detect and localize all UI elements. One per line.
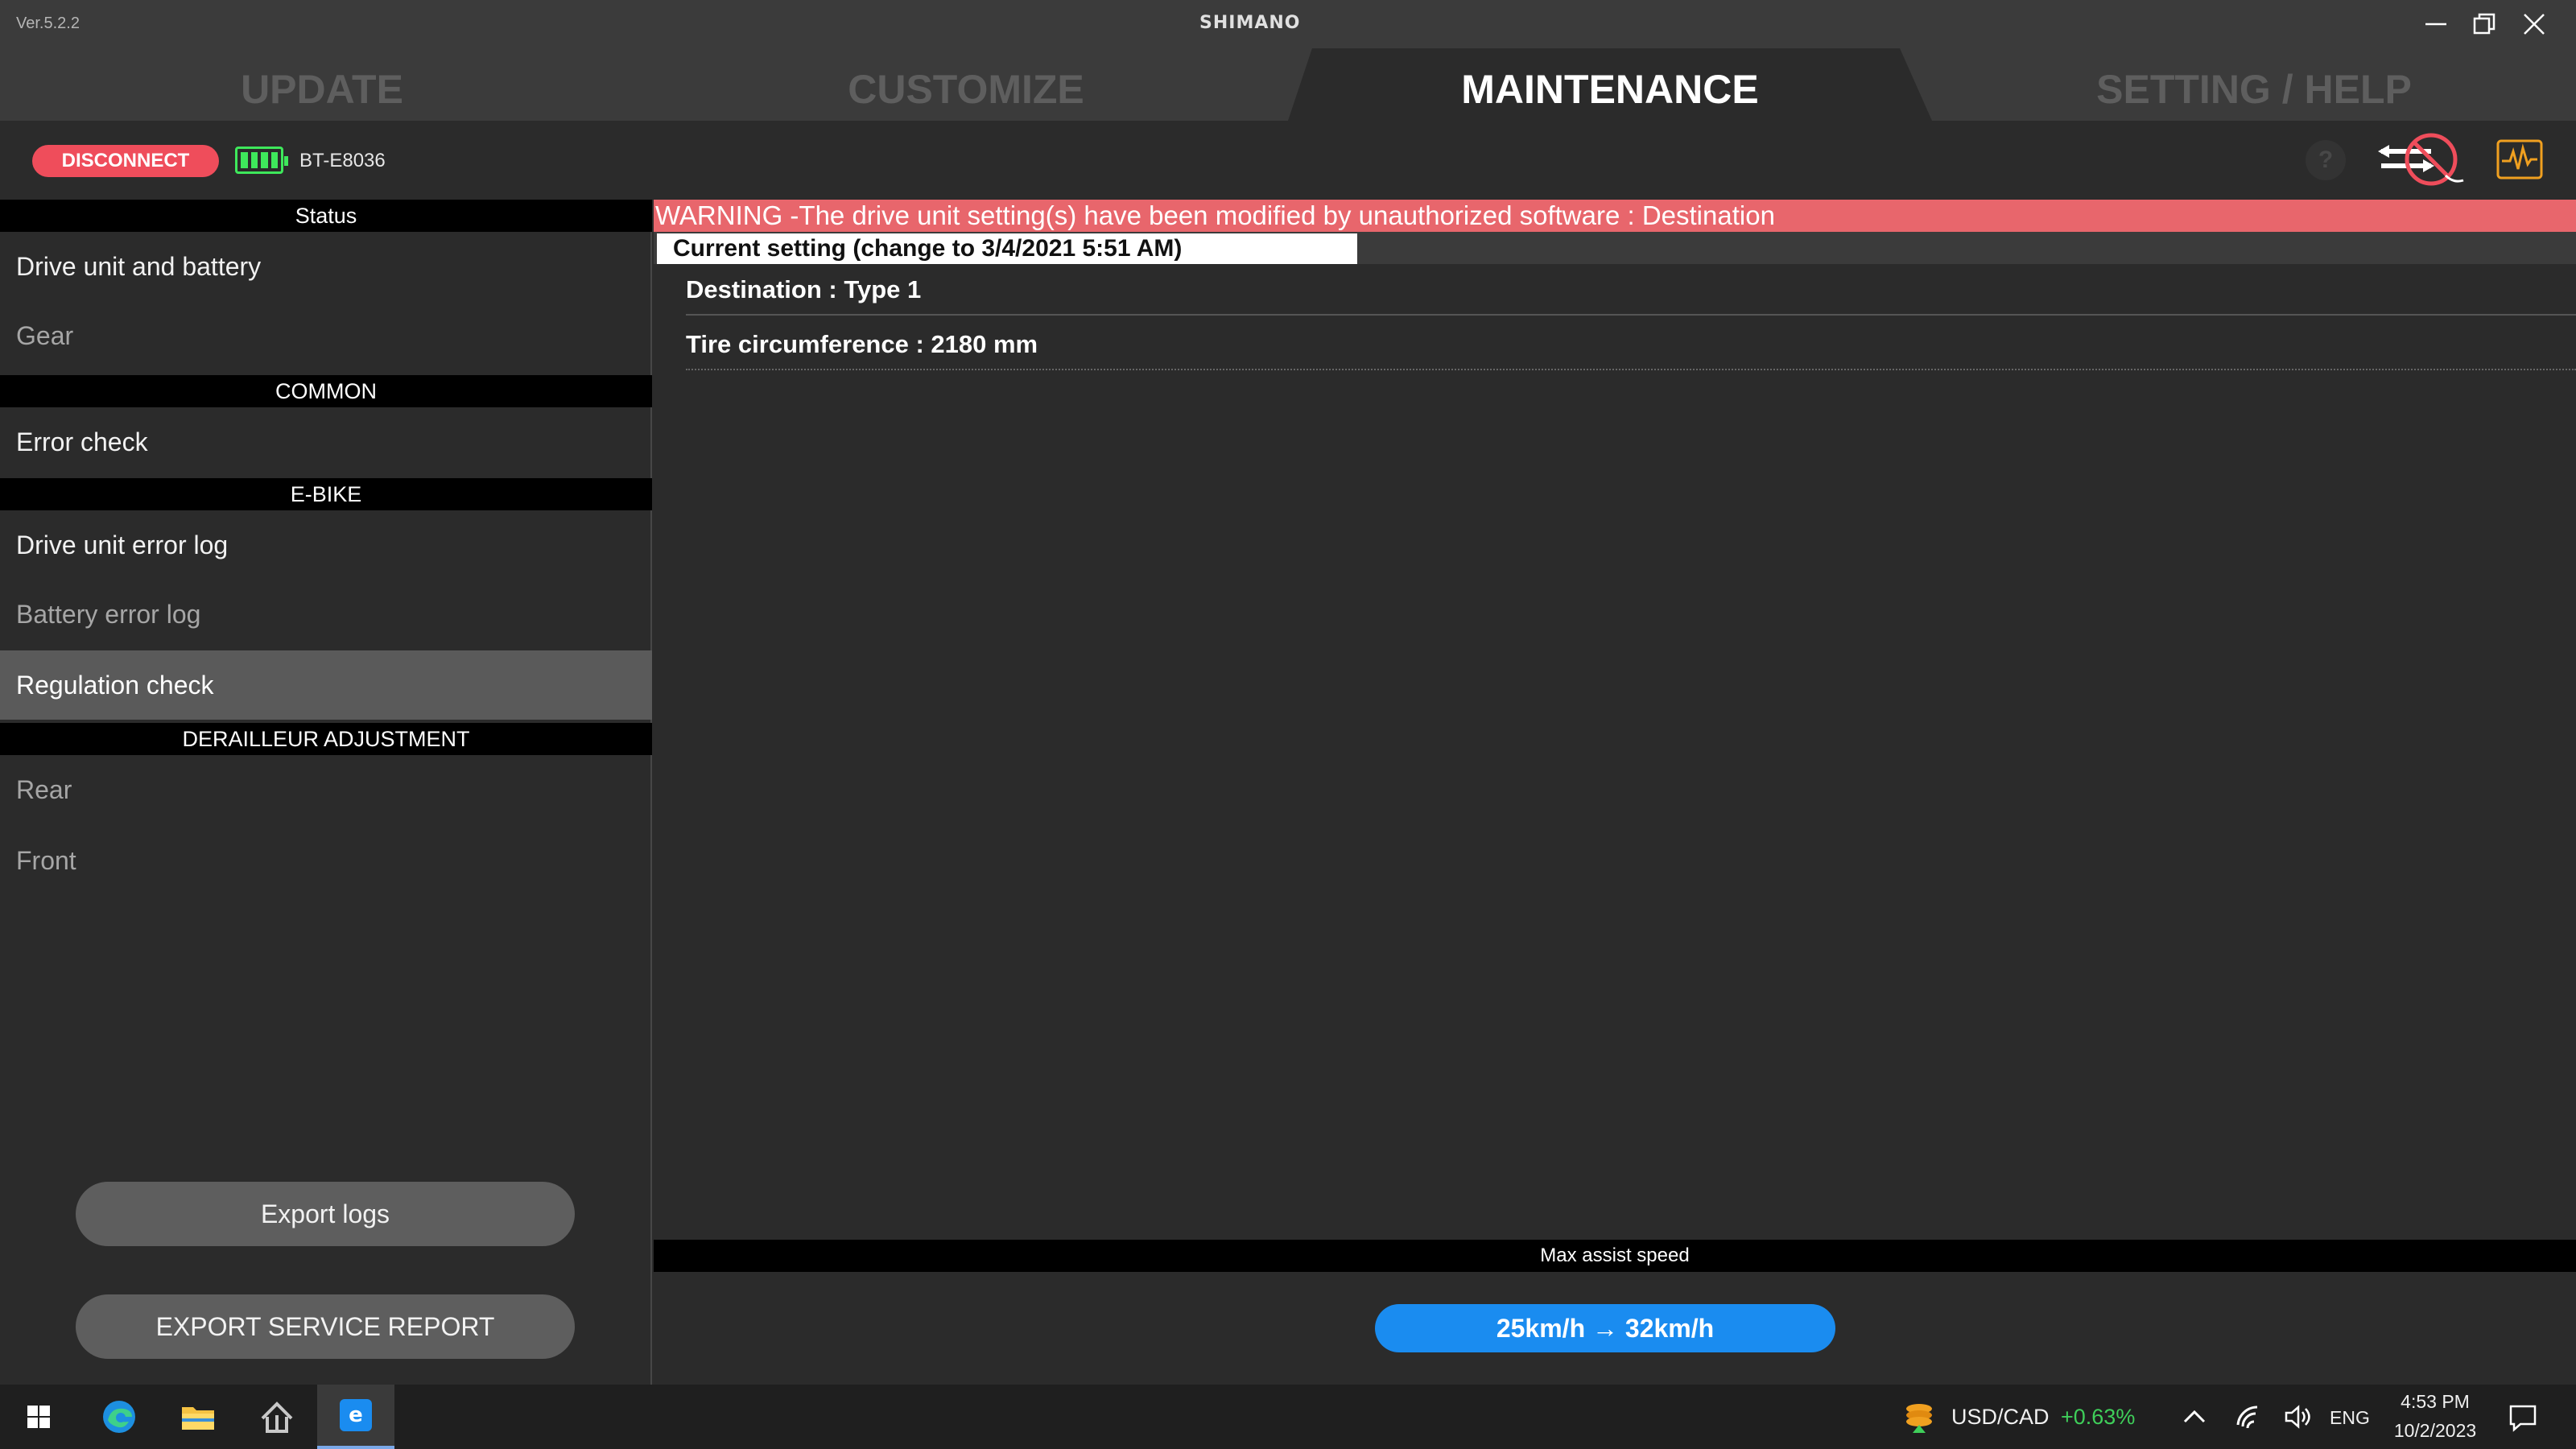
restore-icon xyxy=(2473,13,2496,35)
tab-customize[interactable]: CUSTOMIZE xyxy=(644,66,1288,113)
taskbar-app-home[interactable] xyxy=(238,1385,316,1449)
main-tab-bar: UPDATE CUSTOMIZE MAINTENANCE SETTING / H… xyxy=(0,48,2576,121)
current-setting-label: Current setting (change to 3/4/2021 5:51… xyxy=(657,233,1357,264)
sidebar-item-front[interactable]: Front xyxy=(0,826,652,895)
home-app-icon xyxy=(261,1402,293,1433)
sidebar-item-error-check[interactable]: Error check xyxy=(0,407,652,477)
network-icon[interactable] xyxy=(2233,1401,2265,1433)
battery-icon xyxy=(235,147,288,174)
notifications-icon[interactable] xyxy=(2507,1401,2539,1433)
brand-logo: SHIMANO xyxy=(1199,13,1301,33)
currency-pair: USD/CAD xyxy=(1951,1405,2050,1429)
sidebar: Status Drive unit and battery Gear COMMO… xyxy=(0,200,652,1385)
toolbar xyxy=(0,121,2576,200)
language-indicator[interactable]: ENG xyxy=(2330,1407,2370,1429)
tab-maintenance[interactable]: MAINTENANCE xyxy=(1288,66,1932,113)
sidebar-item-rear[interactable]: Rear xyxy=(0,755,652,824)
export-service-report-button[interactable]: EXPORT SERVICE REPORT xyxy=(76,1294,575,1359)
setting-row-destination: Destination : Type 1 xyxy=(686,264,2576,316)
section-header-ebike: E-BIKE xyxy=(0,478,652,510)
max-assist-speed-header: Max assist speed xyxy=(654,1240,2576,1272)
max-assist-speed-button[interactable]: 25km/h → 32km/h xyxy=(1375,1304,1835,1352)
volume-icon[interactable] xyxy=(2281,1401,2314,1433)
minimize-button[interactable] xyxy=(2413,6,2458,42)
svg-text:e: e xyxy=(349,1403,363,1427)
warning-banner: WARNING -The drive unit setting(s) have … xyxy=(654,200,2576,232)
sidebar-item-drive-unit-error-log[interactable]: Drive unit error log xyxy=(0,510,652,580)
taskbar-etube-project[interactable]: e xyxy=(317,1385,394,1449)
sidebar-item-battery-error-log[interactable]: Battery error log xyxy=(0,580,652,649)
section-header-common: COMMON xyxy=(0,375,652,407)
help-button[interactable]: ? xyxy=(2306,140,2346,180)
start-button[interactable] xyxy=(0,1385,77,1449)
export-logs-button[interactable]: Export logs xyxy=(76,1182,575,1246)
main-panel: WARNING -The drive unit setting(s) have … xyxy=(654,200,2576,1385)
taskbar-file-explorer[interactable] xyxy=(159,1385,237,1449)
clock-date[interactable]: 10/2/2023 xyxy=(2383,1420,2487,1442)
disconnect-button[interactable]: DISCONNECT xyxy=(32,145,219,177)
title-bar: Ver.5.2.2 SHIMANO xyxy=(0,0,2576,48)
edge-browser-icon xyxy=(103,1401,135,1433)
close-icon xyxy=(2524,14,2545,35)
section-header-status: Status xyxy=(0,200,652,232)
restore-button[interactable] xyxy=(2462,6,2507,42)
minimize-icon xyxy=(2425,23,2446,26)
etube-app-icon: e xyxy=(340,1399,372,1431)
windows-logo-icon xyxy=(27,1406,50,1428)
tab-update[interactable]: UPDATE xyxy=(0,66,644,113)
currency-widget-icon[interactable] xyxy=(1900,1397,1938,1436)
chevron-up-icon[interactable] xyxy=(2178,1401,2211,1433)
taskbar-edge[interactable] xyxy=(80,1385,158,1449)
currency-change: +0.63% xyxy=(2061,1405,2136,1429)
close-button[interactable] xyxy=(2512,6,2557,42)
sidebar-item-drive-unit-battery[interactable]: Drive unit and battery xyxy=(0,232,652,301)
sidebar-item-gear[interactable]: Gear xyxy=(0,301,652,370)
section-header-derailleur: DERAILLEUR ADJUSTMENT xyxy=(0,723,652,755)
device-name: BT-E8036 xyxy=(299,150,386,171)
clock-time[interactable]: 4:53 PM xyxy=(2391,1391,2479,1413)
app-version: Ver.5.2.2 xyxy=(16,14,80,32)
sidebar-item-regulation-check[interactable]: Regulation check xyxy=(0,650,652,720)
waveform-icon[interactable] xyxy=(2496,138,2544,180)
folder-icon xyxy=(182,1407,214,1430)
setting-row-tire-circumference: Tire circumference : 2180 mm xyxy=(686,319,2576,370)
no-connection-icon[interactable] xyxy=(2375,127,2471,192)
tab-setting-help[interactable]: SETTING / HELP xyxy=(1932,66,2576,113)
